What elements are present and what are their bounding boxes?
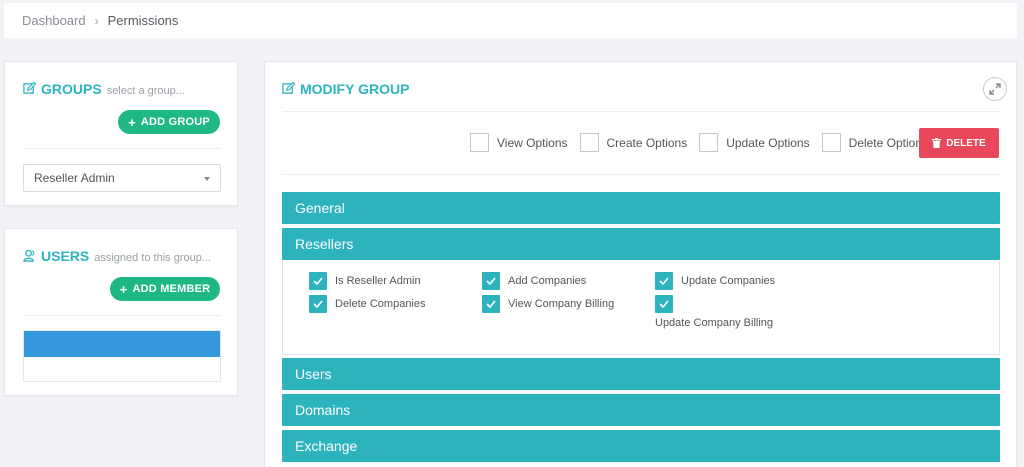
create-options-checkbox[interactable]: Create Options — [579, 133, 688, 152]
checkbox-box[interactable] — [821, 133, 841, 152]
perm-label: Update Company Billing — [655, 317, 774, 329]
update-options-checkbox[interactable]: Update Options — [699, 133, 810, 152]
section-general[interactable]: General — [282, 192, 1000, 224]
section-exchange-label: Exchange — [295, 438, 358, 454]
perm-is-reseller-admin[interactable]: Is Reseller Admin — [309, 272, 421, 290]
checkbox-checked[interactable] — [309, 295, 327, 313]
chevron-down-icon — [204, 177, 210, 181]
perm-label: Is Reseller Admin — [335, 275, 421, 287]
groups-title-text: GROUPS — [41, 81, 102, 97]
checkbox-checked[interactable] — [482, 295, 500, 313]
group-select[interactable]: Reseller Admin — [23, 164, 221, 192]
check-icon — [659, 277, 669, 285]
section-resellers[interactable]: Resellers — [282, 228, 1000, 260]
view-options-label: View Options — [497, 135, 568, 150]
checkbox-checked[interactable] — [482, 272, 500, 290]
checkbox-box[interactable] — [579, 133, 599, 152]
breadcrumb-separator: › — [94, 13, 99, 28]
check-icon — [486, 300, 496, 308]
section-domains[interactable]: Domains — [282, 394, 1000, 426]
expand-icon — [989, 83, 1001, 95]
resellers-permissions-body: Is Reseller Admin Add Companies Update C… — [282, 261, 1000, 355]
user-list-selected-row[interactable] — [24, 331, 220, 357]
perm-update-company-billing[interactable]: Update Company Billing — [655, 295, 773, 329]
section-users[interactable]: Users — [282, 358, 1000, 390]
breadcrumb-dashboard-link[interactable]: Dashboard — [22, 13, 86, 28]
delete-options-label: Delete Options — [848, 135, 928, 150]
modify-group-panel: MODIFY GROUP View Options Create Options… — [264, 61, 1017, 467]
view-options-checkbox[interactable]: View Options — [470, 133, 568, 152]
add-group-button[interactable]: + ADD GROUP — [118, 110, 220, 134]
add-member-label: ADD MEMBER — [132, 283, 211, 295]
user-list-row[interactable] — [24, 357, 220, 381]
update-options-label: Update Options — [726, 135, 810, 150]
modify-header-divider — [282, 111, 1000, 112]
modify-group-title-text: MODIFY GROUP — [300, 81, 410, 97]
users-title-text: USERS — [41, 248, 90, 264]
perm-update-companies[interactable]: Update Companies — [655, 272, 775, 290]
section-exchange[interactable]: Exchange — [282, 430, 1000, 462]
options-divider — [282, 174, 1000, 175]
perm-label: Add Companies — [508, 275, 587, 287]
checkbox-checked[interactable] — [655, 272, 673, 290]
perm-delete-companies[interactable]: Delete Companies — [309, 295, 426, 313]
section-resellers-label: Resellers — [295, 236, 354, 252]
checkbox-checked[interactable] — [655, 295, 673, 313]
user-list — [23, 330, 221, 382]
groups-subtitle: select a group... — [106, 85, 185, 97]
breadcrumb-current: Permissions — [107, 13, 179, 28]
check-icon — [659, 300, 669, 308]
options-row: View Options Create Options Update Optio… — [458, 133, 928, 152]
plus-icon: + — [128, 114, 136, 130]
expand-button[interactable] — [983, 77, 1007, 101]
check-icon — [313, 300, 323, 308]
delete-label: DELETE — [946, 137, 986, 149]
checkbox-box[interactable] — [699, 133, 719, 152]
groups-divider — [23, 148, 221, 149]
users-panel: USERS assigned to this group... + ADD ME… — [4, 228, 238, 396]
groups-title: GROUPS select a group... — [23, 81, 185, 97]
perm-view-company-billing[interactable]: View Company Billing — [482, 295, 614, 313]
users-icon — [23, 249, 35, 262]
checkbox-checked[interactable] — [309, 272, 327, 290]
groups-panel: GROUPS select a group... + ADD GROUP Res… — [4, 61, 238, 206]
breadcrumb: Dashboard › Permissions — [4, 3, 1017, 38]
check-icon — [486, 277, 496, 285]
section-users-label: Users — [295, 366, 332, 382]
check-icon — [313, 277, 323, 285]
add-member-button[interactable]: + ADD MEMBER — [110, 277, 220, 301]
perm-add-companies[interactable]: Add Companies — [482, 272, 586, 290]
create-options-label: Create Options — [606, 135, 688, 150]
trash-icon — [932, 138, 942, 148]
section-domains-label: Domains — [295, 402, 351, 418]
edit-icon — [23, 82, 36, 94]
perm-label: Delete Companies — [335, 298, 426, 310]
group-select-value: Reseller Admin — [34, 171, 115, 185]
perm-label: Update Companies — [681, 275, 776, 287]
users-subtitle: assigned to this group... — [94, 252, 212, 264]
perm-label: View Company Billing — [508, 298, 615, 310]
plus-icon: + — [119, 281, 128, 297]
delete-button[interactable]: DELETE — [919, 128, 999, 158]
checkbox-box[interactable] — [470, 133, 490, 152]
users-title: USERS assigned to this group... — [23, 248, 211, 264]
delete-options-checkbox[interactable]: Delete Options — [821, 133, 928, 152]
modify-group-title: MODIFY GROUP — [282, 81, 409, 97]
edit-icon — [282, 82, 295, 94]
section-general-label: General — [295, 200, 345, 216]
users-divider — [23, 315, 221, 316]
add-group-label: ADD GROUP — [140, 116, 210, 128]
